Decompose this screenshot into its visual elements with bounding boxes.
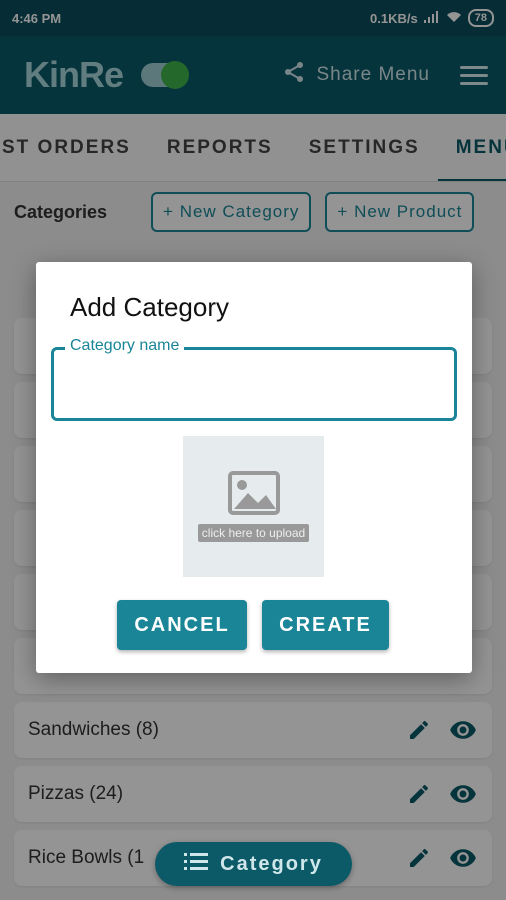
category-name-input[interactable] xyxy=(64,366,444,402)
category-name-label: Category name xyxy=(65,337,185,355)
cancel-button[interactable]: CANCEL xyxy=(117,600,247,650)
image-icon xyxy=(227,471,280,520)
category-fab[interactable]: Category xyxy=(155,842,352,886)
fab-label: Category xyxy=(220,852,323,875)
image-upload[interactable]: click here to upload xyxy=(183,436,324,577)
add-category-dialog: Add Category Category name click here to… xyxy=(36,262,472,673)
dialog-title: Add Category xyxy=(70,292,229,322)
upload-label[interactable]: click here to upload xyxy=(197,524,310,542)
list-icon xyxy=(184,851,209,877)
create-button[interactable]: CREATE xyxy=(262,600,389,650)
category-name-field[interactable]: Category name xyxy=(51,337,457,421)
